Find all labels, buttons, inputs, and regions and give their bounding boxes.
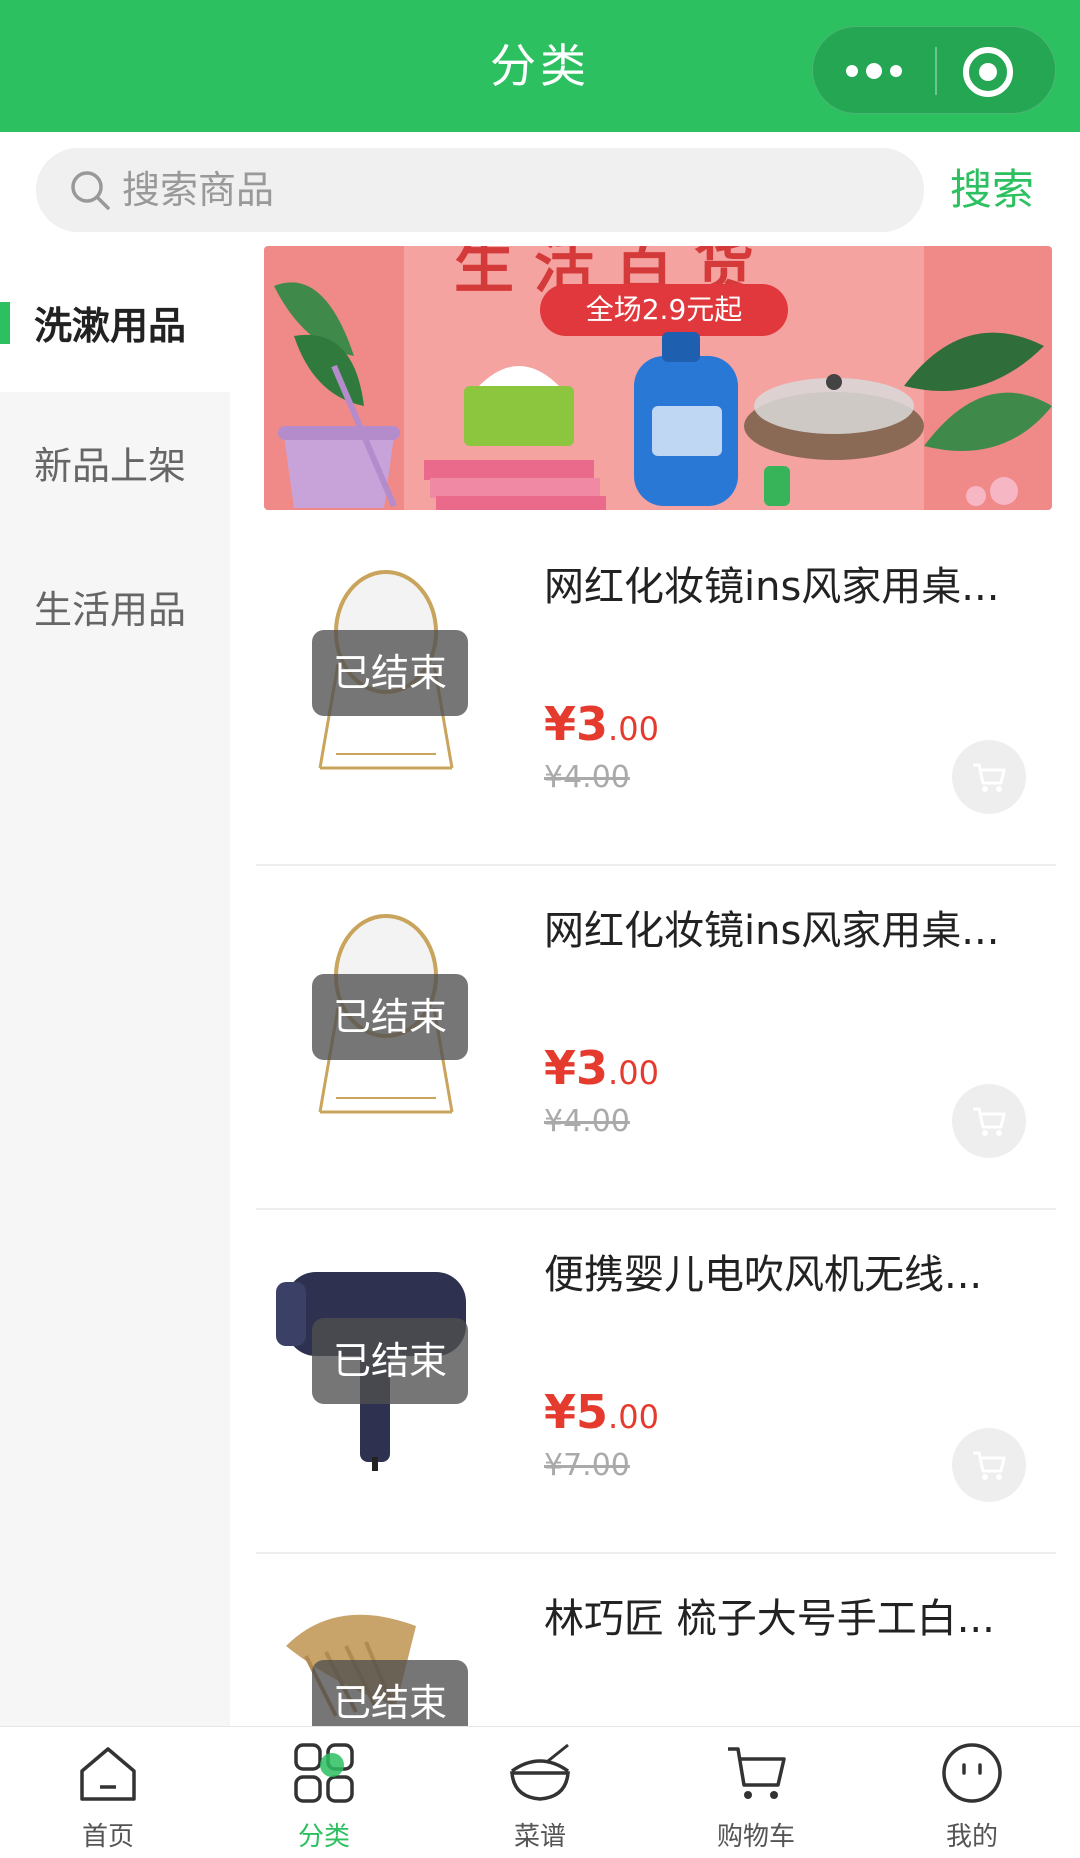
current-price: ¥3.00: [544, 1038, 659, 1109]
original-price: ¥7.00: [544, 1448, 630, 1483]
add-to-cart-button[interactable]: [952, 740, 1026, 814]
price-decimal: .00: [608, 1054, 659, 1092]
tab-category[interactable]: 分类: [216, 1727, 432, 1858]
tab-profile[interactable]: 我的: [864, 1727, 1080, 1858]
cart-icon: [728, 1747, 786, 1799]
more-dot-icon: [890, 65, 902, 77]
category-icon: [294, 1743, 354, 1803]
search-bar: [36, 148, 924, 232]
sidebar-item-daily-goods[interactable]: 生活用品: [0, 536, 230, 676]
ended-status-badge: 已结束: [312, 1660, 468, 1726]
product-title: 网红化妆镜ins风家用桌...: [544, 908, 1000, 954]
profile-face-icon: [942, 1743, 1002, 1803]
price-decimal: .00: [608, 1398, 659, 1436]
price-decimal: .00: [608, 710, 659, 748]
tab-label: 分类: [297, 1822, 350, 1852]
more-menu-button[interactable]: [813, 27, 935, 115]
recipe-bowl-icon: [510, 1743, 570, 1801]
product-card[interactable]: 已结束 便携婴儿电吹风机无线... ¥5.00 ¥7.00: [256, 1210, 1056, 1554]
search-button[interactable]: 搜索: [950, 160, 1034, 220]
price-integer: 3: [576, 697, 609, 751]
current-price: ¥5.00: [544, 1382, 659, 1453]
product-card[interactable]: 已结束 林巧匠 梳子大号手工白...: [256, 1554, 1056, 1726]
search-input[interactable]: [122, 148, 882, 232]
currency-symbol: ¥: [544, 1385, 577, 1439]
tab-recipes[interactable]: 菜谱: [432, 1727, 648, 1858]
tab-label: 菜谱: [513, 1822, 566, 1852]
product-card[interactable]: 已结束 网红化妆镜ins风家用桌... ¥3.00 ¥4.00: [256, 866, 1056, 1210]
original-price: ¥4.00: [544, 1104, 630, 1139]
mini-program-capsule: [812, 26, 1056, 114]
product-title: 林巧匠 梳子大号手工白...: [544, 1596, 995, 1642]
cart-icon: [973, 1107, 1006, 1136]
category-sidebar: 洗漱用品 新品上架 生活用品: [0, 252, 230, 1726]
current-price: ¥3.00: [544, 694, 659, 765]
capsule-divider: [935, 47, 937, 95]
tab-label: 首页: [81, 1822, 134, 1852]
add-to-cart-button[interactable]: [952, 1084, 1026, 1158]
more-dot-icon: [846, 65, 858, 77]
banner-products-illustration: [274, 282, 1052, 510]
product-title: 便携婴儿电吹风机无线...: [544, 1252, 983, 1298]
navigation-bar: 分类: [0, 0, 1080, 132]
cart-icon: [973, 763, 1006, 792]
ended-status-badge: 已结束: [312, 630, 468, 716]
original-price: ¥4.00: [544, 760, 630, 795]
product-title: 网红化妆镜ins风家用桌...: [544, 564, 1000, 610]
bottom-tab-bar: 首页 分类 菜谱 购物车 我的: [0, 1726, 1080, 1858]
price-integer: 5: [576, 1385, 609, 1439]
cart-icon: [973, 1451, 1006, 1480]
more-dot-icon: [866, 63, 882, 79]
tab-label: 我的: [945, 1822, 998, 1852]
add-to-cart-button[interactable]: [952, 1428, 1026, 1502]
sidebar-item-new-arrivals[interactable]: 新品上架: [0, 392, 230, 532]
sidebar-item-toiletries[interactable]: 洗漱用品: [0, 252, 230, 392]
currency-symbol: ¥: [544, 1041, 577, 1095]
ended-status-badge: 已结束: [312, 1318, 468, 1404]
tab-cart[interactable]: 购物车: [648, 1727, 864, 1858]
tab-home[interactable]: 首页: [0, 1727, 216, 1858]
search-icon: [71, 171, 110, 210]
currency-symbol: ¥: [544, 697, 577, 751]
product-card[interactable]: 已结束 网红化妆镜ins风家用桌... ¥3.00 ¥4.00: [256, 522, 1056, 866]
close-target-icon[interactable]: [963, 47, 1013, 97]
price-integer: 3: [576, 1041, 609, 1095]
ended-status-badge: 已结束: [312, 974, 468, 1060]
tab-label: 购物车: [716, 1822, 795, 1852]
home-icon: [80, 1747, 136, 1801]
promo-banner[interactable]: 生活百货 全场2.9元起: [264, 246, 1052, 510]
